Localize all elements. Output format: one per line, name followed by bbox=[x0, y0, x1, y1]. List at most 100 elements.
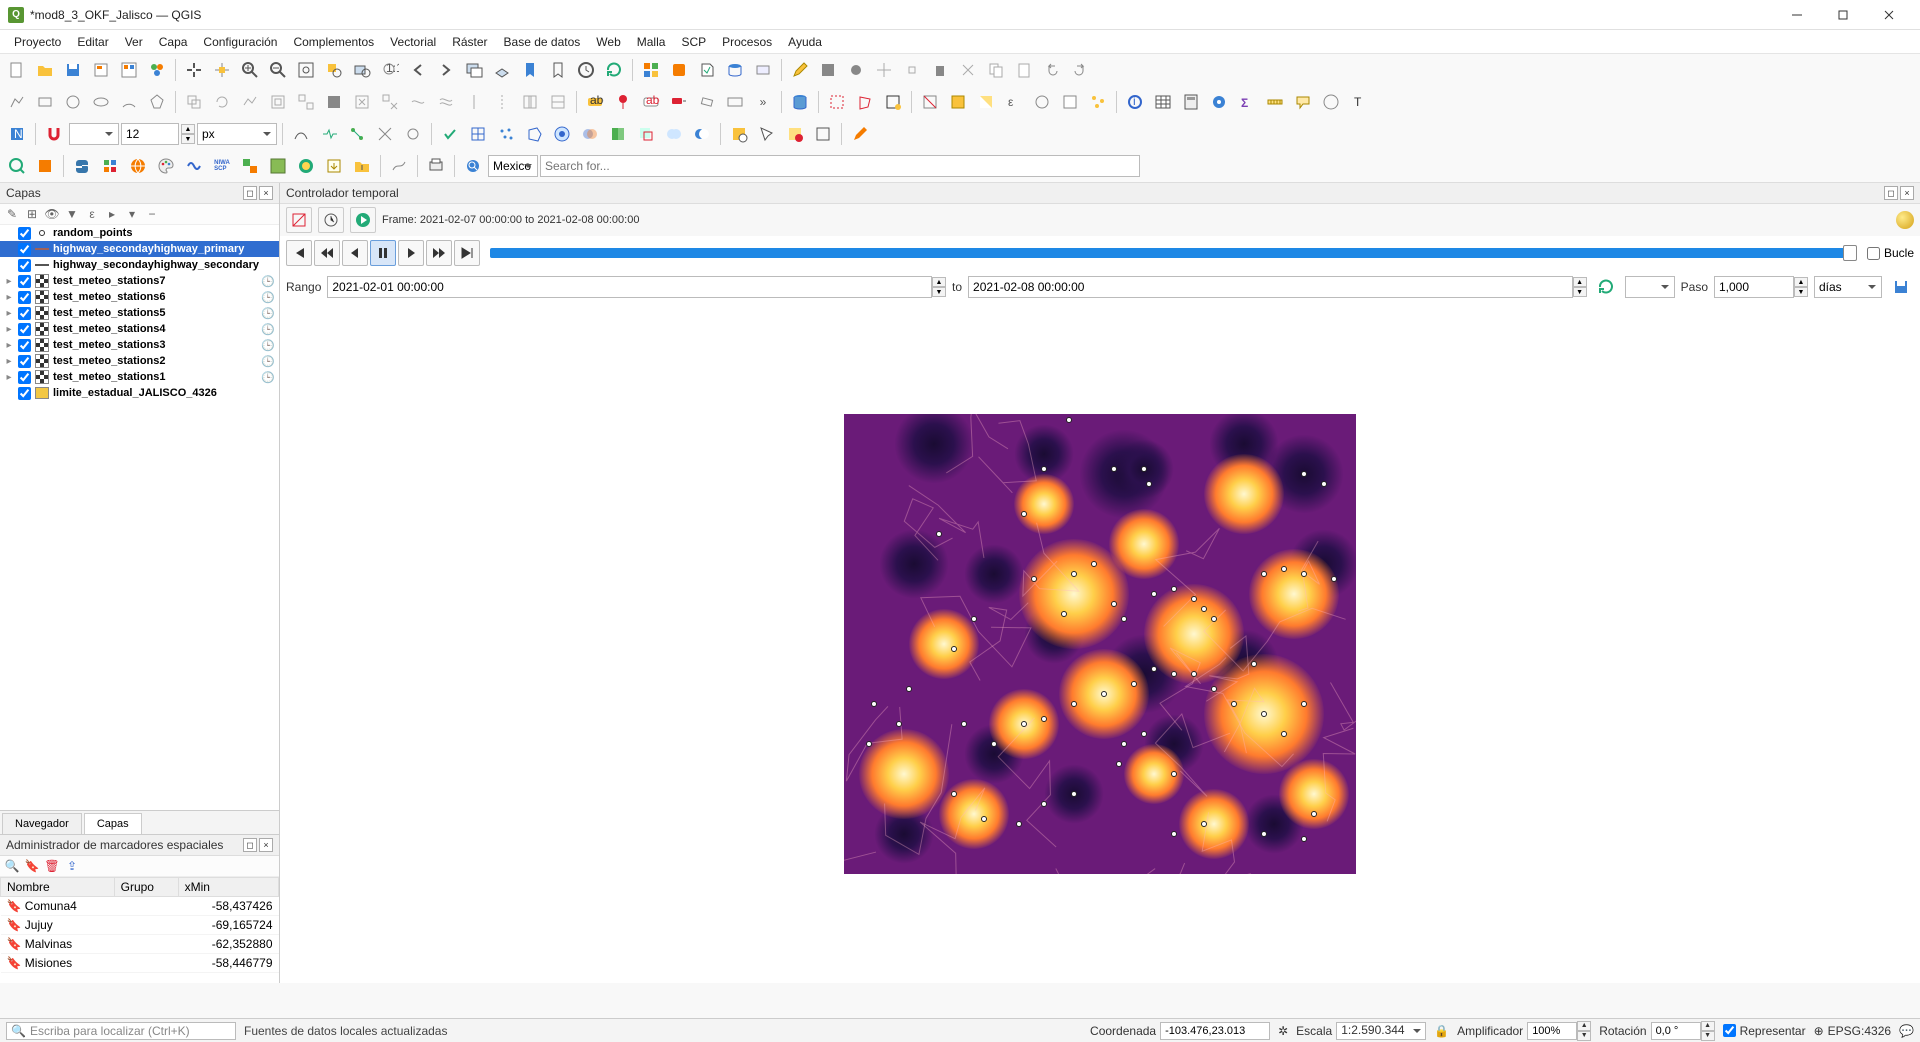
identify-icon[interactable]: i bbox=[1122, 89, 1148, 115]
layer-visibility-checkbox[interactable] bbox=[18, 307, 31, 320]
attribute-table-icon[interactable] bbox=[1150, 89, 1176, 115]
start-up[interactable]: ▲ bbox=[932, 277, 946, 287]
geocoder-zoom-icon[interactable] bbox=[460, 153, 486, 179]
field-calculator-icon[interactable] bbox=[1178, 89, 1204, 115]
bk-col-name[interactable]: Nombre bbox=[1, 878, 115, 897]
end-down[interactable]: ▼ bbox=[1573, 287, 1587, 297]
layer-visibility-checkbox[interactable] bbox=[18, 387, 31, 400]
layer-visibility-checkbox[interactable] bbox=[18, 259, 31, 272]
refresh-icon[interactable] bbox=[601, 57, 627, 83]
delete-part-icon[interactable] bbox=[377, 89, 403, 115]
measure-icon[interactable] bbox=[1262, 89, 1288, 115]
layer-row[interactable]: ▸ test_meteo_stations2 🕒 bbox=[0, 353, 279, 369]
menu-basedatos[interactable]: Base de datos bbox=[496, 32, 589, 52]
temporal-animated-icon[interactable] bbox=[350, 207, 376, 233]
select-rect-icon[interactable] bbox=[824, 89, 850, 115]
dissolve-icon[interactable] bbox=[605, 121, 631, 147]
vertex-tool-icon[interactable] bbox=[899, 57, 925, 83]
mag-input[interactable] bbox=[1527, 1022, 1577, 1040]
mag-up[interactable]: ▲ bbox=[1577, 1021, 1591, 1031]
topology-icon[interactable] bbox=[344, 121, 370, 147]
zoom-selection-icon[interactable] bbox=[321, 57, 347, 83]
select-polygon-icon[interactable] bbox=[852, 89, 878, 115]
print-layout2-icon[interactable] bbox=[423, 153, 449, 179]
layer-style-icon[interactable]: ✎ bbox=[4, 206, 20, 222]
digitize-ellipse-icon[interactable] bbox=[88, 89, 114, 115]
new-project-icon[interactable] bbox=[4, 57, 30, 83]
layers-close-icon[interactable]: × bbox=[259, 186, 273, 200]
plugin-manager-icon[interactable] bbox=[97, 153, 123, 179]
new-spatialite-icon[interactable] bbox=[722, 57, 748, 83]
digitize-circle-icon[interactable] bbox=[60, 89, 86, 115]
plugin-builder-icon[interactable] bbox=[32, 153, 58, 179]
deselect-all-icon[interactable] bbox=[917, 89, 943, 115]
simplify-icon[interactable] bbox=[237, 89, 263, 115]
menu-procesos[interactable]: Procesos bbox=[714, 32, 780, 52]
bookmarks-undock-icon[interactable]: ◻ bbox=[243, 838, 257, 852]
bk-col-xmin[interactable]: xMin bbox=[178, 878, 278, 897]
render-checkbox[interactable] bbox=[1723, 1024, 1736, 1037]
layer-visibility-checkbox[interactable] bbox=[18, 227, 31, 240]
pause-button[interactable] bbox=[370, 240, 396, 266]
zoom-last-icon[interactable] bbox=[405, 57, 431, 83]
zoom-next-icon[interactable] bbox=[433, 57, 459, 83]
layer-row[interactable]: random_points bbox=[0, 225, 279, 241]
multipart-plugin-icon[interactable] bbox=[265, 153, 291, 179]
play-button[interactable] bbox=[398, 240, 424, 266]
digitize-polygon-icon[interactable] bbox=[144, 89, 170, 115]
layer-expression-icon[interactable]: ε bbox=[84, 206, 100, 222]
bookmark-row[interactable]: 🔖 Malvinas-62,352880 bbox=[1, 935, 279, 954]
convex-hull-icon[interactable] bbox=[521, 121, 547, 147]
new-print-layout-icon[interactable] bbox=[88, 57, 114, 83]
layer-row[interactable]: ▸ test_meteo_stations6 🕒 bbox=[0, 289, 279, 305]
snap-up[interactable]: ▲ bbox=[181, 124, 195, 134]
layer-visibility-checkbox[interactable] bbox=[18, 243, 31, 256]
rotate-label-icon[interactable] bbox=[694, 89, 720, 115]
snap-intersection-icon[interactable] bbox=[372, 121, 398, 147]
layers-undock-icon[interactable]: ◻ bbox=[243, 186, 257, 200]
bk-col-group[interactable]: Grupo bbox=[114, 878, 178, 897]
snap-down[interactable]: ▼ bbox=[181, 134, 195, 144]
split-parts-icon[interactable] bbox=[489, 89, 515, 115]
layer-row[interactable]: ▸ test_meteo_stations3 🕒 bbox=[0, 337, 279, 353]
layer-expand-icon[interactable]: ▸ bbox=[4, 324, 14, 335]
bookmarks-table[interactable]: Nombre Grupo xMin 🔖 Comuna4-58,437426🔖 J… bbox=[0, 877, 279, 973]
maximize-button[interactable] bbox=[1820, 0, 1866, 30]
minimize-button[interactable] bbox=[1774, 0, 1820, 30]
menu-capa[interactable]: Capa bbox=[151, 32, 196, 52]
snapping-icon[interactable] bbox=[41, 121, 67, 147]
invert-selection-icon[interactable] bbox=[973, 89, 999, 115]
extent-toggle-icon[interactable]: ✲ bbox=[1278, 1024, 1288, 1038]
layer-expand-icon[interactable]: ▸ bbox=[4, 276, 14, 287]
new-virtual-layer-icon[interactable] bbox=[750, 57, 776, 83]
redo-icon[interactable] bbox=[1067, 57, 1093, 83]
layer-visibility-icon[interactable]: 👁 bbox=[44, 206, 60, 222]
move-label-icon[interactable] bbox=[666, 89, 692, 115]
layer-expand-icon[interactable]: ▸ bbox=[4, 292, 14, 303]
bookmark-row[interactable]: 🔖 Jujuy-69,165724 bbox=[1, 916, 279, 935]
temporal-controller-icon[interactable] bbox=[573, 57, 599, 83]
step-down[interactable]: ▼ bbox=[1794, 287, 1808, 297]
show-label-icon[interactable]: abc bbox=[638, 89, 664, 115]
metasearch-icon[interactable] bbox=[125, 153, 151, 179]
temporal-slider-handle[interactable] bbox=[1843, 245, 1857, 261]
rot-input[interactable] bbox=[1651, 1022, 1701, 1040]
select-by-location-icon[interactable] bbox=[726, 121, 752, 147]
layer-expand-icon[interactable]: ▸ bbox=[104, 206, 120, 222]
select-all-icon[interactable] bbox=[945, 89, 971, 115]
text-annotation-icon[interactable]: T bbox=[1346, 89, 1372, 115]
digitize-shape-icon[interactable] bbox=[4, 89, 30, 115]
layer-row[interactable]: highway_secondayhighway_primary bbox=[0, 241, 279, 257]
layer-row[interactable]: ▸ test_meteo_stations1 🕒 bbox=[0, 369, 279, 385]
temporal-slider[interactable] bbox=[490, 248, 1851, 258]
toolbar-overflow-icon[interactable]: » bbox=[750, 89, 776, 115]
menu-web[interactable]: Web bbox=[588, 32, 628, 52]
select-form-icon[interactable] bbox=[1057, 89, 1083, 115]
step-unit-combo[interactable]: días bbox=[1814, 276, 1882, 298]
new-bookmark-icon[interactable] bbox=[517, 57, 543, 83]
start-down[interactable]: ▼ bbox=[932, 287, 946, 297]
select-invert-icon[interactable] bbox=[782, 121, 808, 147]
bookmark-delete-icon[interactable]: 🗑 bbox=[44, 858, 60, 874]
layer-visibility-checkbox[interactable] bbox=[18, 291, 31, 304]
zoom-native-icon[interactable]: 1:1 bbox=[377, 57, 403, 83]
